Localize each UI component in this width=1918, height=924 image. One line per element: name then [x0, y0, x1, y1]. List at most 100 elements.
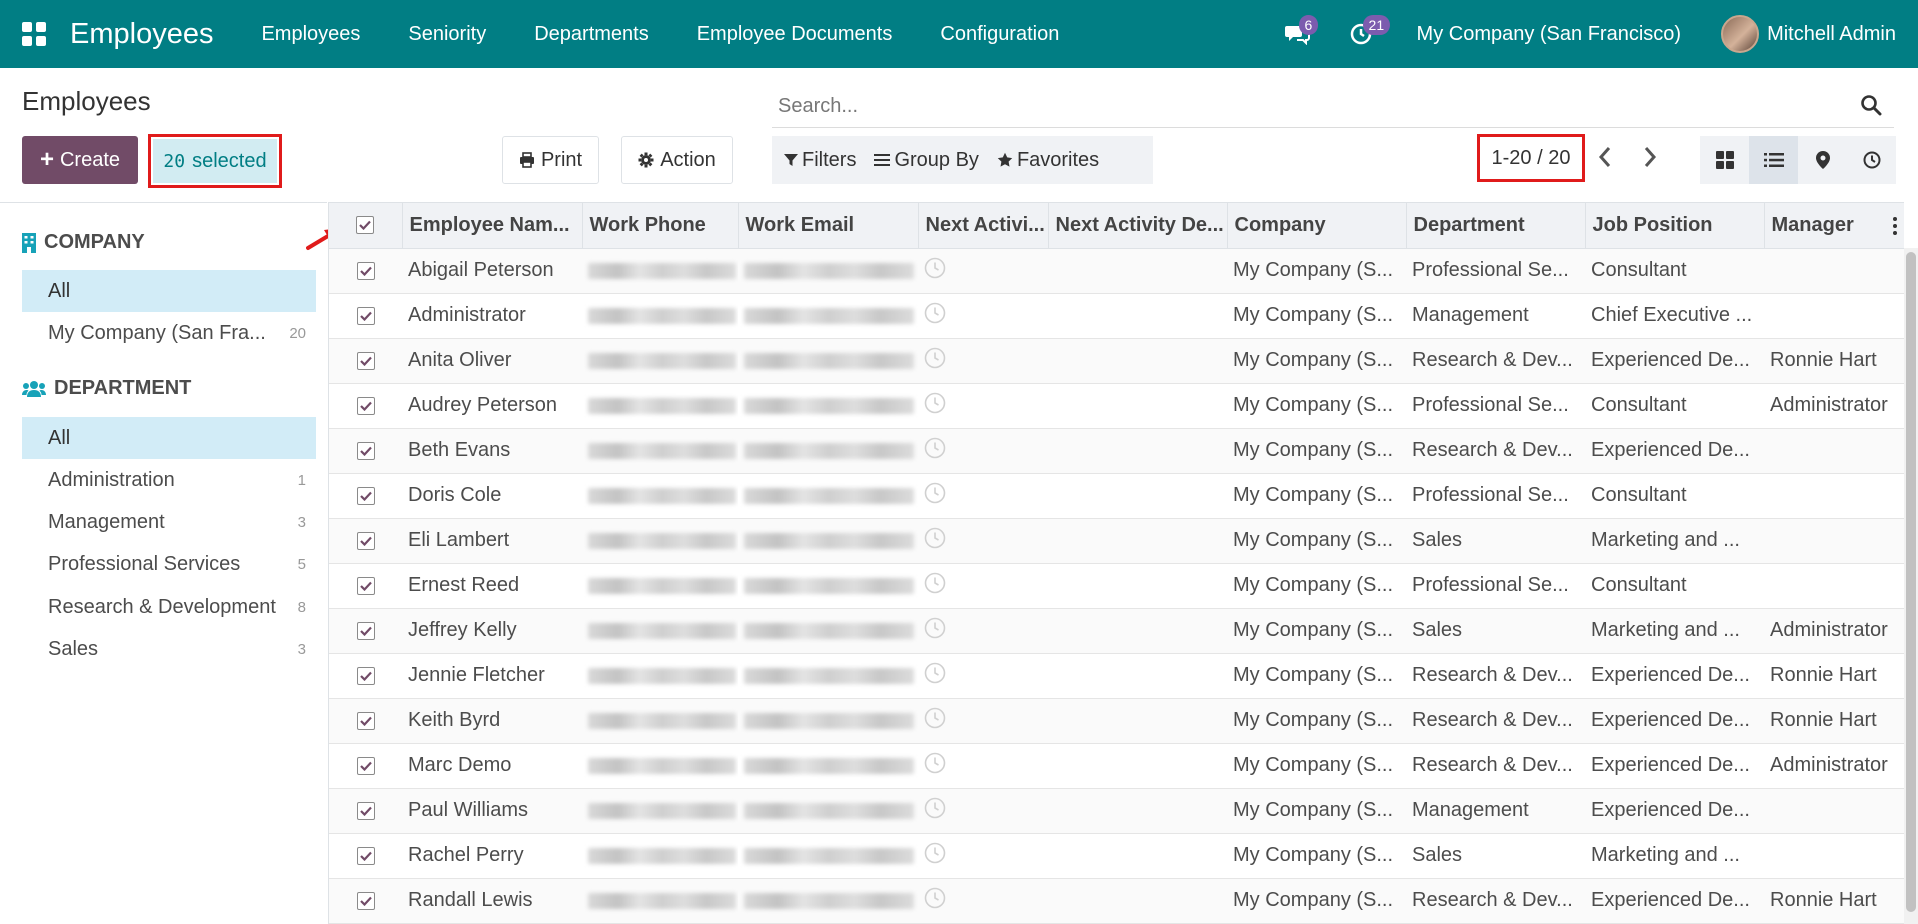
menu-departments[interactable]: Departments — [510, 0, 673, 68]
table-row[interactable]: Abigail Peterson My Company (S... Profes… — [329, 248, 1904, 294]
view-switcher — [1700, 136, 1896, 184]
column-manager[interactable]: Manager — [1764, 203, 1904, 249]
pager-value[interactable]: 1-20 / 20 — [1477, 134, 1585, 182]
row-checkbox[interactable] — [356, 666, 375, 685]
apps-menu-icon[interactable] — [0, 0, 68, 68]
department-filter-administration[interactable]: Administration 1 — [22, 459, 316, 501]
table-row[interactable]: Audrey Peterson My Company (S... Profess… — [329, 383, 1904, 429]
column-options-icon[interactable] — [1892, 217, 1897, 235]
row-checkbox[interactable] — [356, 621, 375, 640]
activity-clock-icon[interactable] — [924, 572, 946, 594]
row-checkbox[interactable] — [356, 801, 375, 820]
activity-clock-icon[interactable] — [924, 437, 946, 459]
chevron-left-icon[interactable] — [1598, 146, 1612, 168]
table-row[interactable]: Randall Lewis My Company (S... Research … — [329, 878, 1904, 924]
activity-clock-icon[interactable] — [924, 752, 946, 774]
employees-list: Employee Nam... Work Phone Work Email Ne… — [328, 202, 1904, 924]
row-checkbox[interactable] — [356, 441, 375, 460]
table-row[interactable]: Jeffrey Kelly My Company (S... Sales Mar… — [329, 608, 1904, 654]
row-checkbox[interactable] — [356, 891, 375, 910]
user-menu[interactable]: Mitchell Admin — [1705, 15, 1918, 53]
column-employee-name[interactable]: Employee Nam... — [402, 203, 583, 249]
column-work-phone[interactable]: Work Phone — [582, 203, 739, 249]
activity-clock-icon[interactable] — [924, 617, 946, 639]
chevron-right-icon[interactable] — [1643, 146, 1657, 168]
activity-clock-icon[interactable] — [924, 257, 946, 279]
menu-configuration[interactable]: Configuration — [916, 0, 1083, 68]
row-checkbox[interactable] — [356, 576, 375, 595]
kanban-view-button[interactable] — [1700, 136, 1749, 184]
department-filter-professional-services[interactable]: Professional Services 5 — [22, 543, 316, 585]
print-icon — [519, 152, 534, 168]
table-row[interactable]: Administrator My Company (S... Managemen… — [329, 293, 1904, 339]
row-checkbox[interactable] — [356, 756, 375, 775]
select-all-checkbox[interactable] — [356, 216, 375, 235]
activity-view-button[interactable] — [1847, 136, 1896, 184]
activity-clock-icon[interactable] — [924, 842, 946, 864]
table-row[interactable]: Eli Lambert My Company (S... Sales Marke… — [329, 518, 1904, 564]
column-department[interactable]: Department — [1406, 203, 1586, 249]
map-view-button[interactable] — [1798, 136, 1847, 184]
activity-clock-icon[interactable] — [924, 707, 946, 729]
group-by-dropdown[interactable]: Group By — [874, 149, 979, 172]
department-filter-label: Research & Development — [48, 595, 276, 618]
table-row[interactable]: Paul Williams My Company (S... Managemen… — [329, 788, 1904, 834]
print-button[interactable]: Print — [502, 136, 599, 184]
company-filter-my-company[interactable]: My Company (San Fra... 20 — [22, 312, 316, 354]
table-row[interactable]: Jennie Fletcher My Company (S... Researc… — [329, 653, 1904, 699]
app-title[interactable]: Employees — [70, 18, 213, 51]
column-job-position[interactable]: Job Position — [1585, 203, 1765, 249]
department-filter-management[interactable]: Management 3 — [22, 501, 316, 543]
search-input[interactable] — [772, 88, 1832, 124]
row-checkbox[interactable] — [356, 846, 375, 865]
company-switcher[interactable]: My Company (San Francisco) — [1393, 23, 1706, 46]
row-checkbox[interactable] — [356, 261, 375, 280]
table-row[interactable]: Anita Oliver My Company (S... Research &… — [329, 338, 1904, 384]
column-work-email[interactable]: Work Email — [738, 203, 919, 249]
row-checkbox[interactable] — [356, 531, 375, 550]
activity-clock-icon[interactable] — [924, 527, 946, 549]
table-row[interactable]: Keith Byrd My Company (S... Research & D… — [329, 698, 1904, 744]
department-filter-research-development[interactable]: Research & Development 8 — [22, 586, 316, 628]
department-filter-sales[interactable]: Sales 3 — [22, 628, 316, 670]
search-icon[interactable] — [1860, 94, 1882, 116]
row-checkbox[interactable] — [356, 396, 375, 415]
activity-clock-icon[interactable] — [924, 347, 946, 369]
favorites-dropdown[interactable]: Favorites — [997, 149, 1099, 172]
activity-clock-icon[interactable] — [924, 662, 946, 684]
menu-employees[interactable]: Employees — [237, 0, 384, 68]
create-button[interactable]: + Create — [22, 136, 138, 184]
selected-counter[interactable]: 20 selected — [153, 139, 277, 183]
row-checkbox[interactable] — [356, 306, 375, 325]
column-next-activity[interactable]: Next Activi... — [918, 203, 1049, 249]
filters-dropdown[interactable]: Filters — [784, 149, 856, 172]
column-next-activity-deadline[interactable]: Next Activity De... — [1048, 203, 1228, 249]
messages-button[interactable]: 6 — [1265, 0, 1329, 68]
row-checkbox[interactable] — [356, 486, 375, 505]
table-row[interactable]: Doris Cole My Company (S... Professional… — [329, 473, 1904, 519]
company-filter-all[interactable]: All — [22, 270, 316, 312]
table-row[interactable]: Ernest Reed My Company (S... Professiona… — [329, 563, 1904, 609]
cell-company: My Company (S... — [1227, 518, 1406, 564]
row-checkbox[interactable] — [356, 351, 375, 370]
activity-clock-icon[interactable] — [924, 302, 946, 324]
table-row[interactable]: Beth Evans My Company (S... Research & D… — [329, 428, 1904, 474]
column-company[interactable]: Company — [1227, 203, 1407, 249]
activities-button[interactable]: 21 — [1329, 0, 1393, 68]
table-row[interactable]: Marc Demo My Company (S... Research & De… — [329, 743, 1904, 789]
activity-clock-icon[interactable] — [924, 887, 946, 909]
menu-seniority[interactable]: Seniority — [384, 0, 510, 68]
menu-employee-documents[interactable]: Employee Documents — [673, 0, 917, 68]
department-filter-all[interactable]: All — [22, 417, 316, 459]
row-checkbox[interactable] — [356, 711, 375, 730]
cell-department: Sales — [1406, 518, 1585, 564]
activity-clock-icon[interactable] — [924, 797, 946, 819]
cell-next-activity-deadline — [1048, 833, 1227, 879]
activity-clock-icon[interactable] — [924, 482, 946, 504]
activity-clock-icon[interactable] — [924, 392, 946, 414]
table-scrollbar-thumb[interactable] — [1906, 252, 1916, 912]
selected-label: selected — [192, 149, 267, 172]
list-view-button[interactable] — [1749, 136, 1798, 184]
action-button[interactable]: Action — [621, 136, 733, 184]
table-row[interactable]: Rachel Perry My Company (S... Sales Mark… — [329, 833, 1904, 879]
